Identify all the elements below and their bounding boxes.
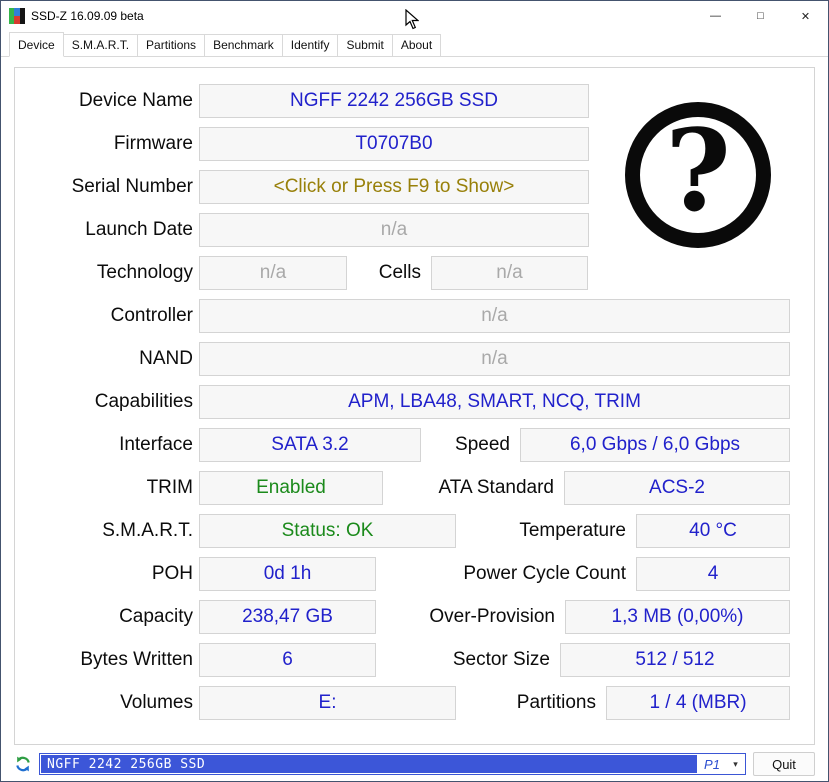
volumes-value: E: <box>199 686 456 720</box>
tab-benchmark[interactable]: Benchmark <box>204 34 283 57</box>
technology-label: Technology <box>96 262 193 283</box>
tab-submit[interactable]: Submit <box>337 34 393 57</box>
temperature-value: 40 °C <box>636 514 790 548</box>
ata-standard-label: ATA Standard <box>438 477 554 498</box>
partitions-value: 1 / 4 (MBR) <box>606 686 790 720</box>
quit-button[interactable]: Quit <box>753 752 815 776</box>
row-capabilities: Capabilities APM, LBA48, SMART, NCQ, TRI… <box>21 385 790 419</box>
title-bar[interactable]: SSD-Z 16.09.09 beta — □ ✕ <box>1 1 828 31</box>
over-provision-label: Over-Provision <box>429 606 555 627</box>
interface-label: Interface <box>119 434 193 455</box>
row-poh-powercycle: POH 0d 1h Power Cycle Count 4 <box>21 557 790 591</box>
power-cycle-count-value: 4 <box>636 557 790 591</box>
controller-label: Controller <box>110 305 193 326</box>
smart-status-value: Status: OK <box>199 514 456 548</box>
window-title: SSD-Z 16.09.09 beta <box>31 9 144 23</box>
trim-label: TRIM <box>146 477 193 498</box>
row-bytes-sector: Bytes Written 6 Sector Size 512 / 512 <box>21 643 790 677</box>
capacity-value: 238,47 GB <box>199 600 376 634</box>
row-capacity-overprovision: Capacity 238,47 GB Over-Provision 1,3 MB… <box>21 600 790 634</box>
row-controller: Controller n/a <box>21 299 790 333</box>
cells-value: n/a <box>431 256 588 290</box>
nand-value: n/a <box>199 342 790 376</box>
device-name-label: Device Name <box>78 90 193 111</box>
temperature-label: Temperature <box>519 520 626 541</box>
sector-size-value: 512 / 512 <box>560 643 790 677</box>
row-interface-speed: Interface SATA 3.2 Speed 6,0 Gbps / 6,0 … <box>21 428 790 462</box>
poh-value: 0d 1h <box>199 557 376 591</box>
maximize-button[interactable]: □ <box>738 1 783 31</box>
minimize-button[interactable]: — <box>693 1 738 31</box>
tab-device[interactable]: Device <box>9 32 64 57</box>
serial-number-value[interactable]: <Click or Press F9 to Show> <box>199 170 589 204</box>
capacity-label: Capacity <box>119 606 193 627</box>
technology-value: n/a <box>199 256 347 290</box>
partitions-label: Partitions <box>516 692 596 713</box>
footer-bar: NGFF 2242 256GB SSD P1 ▾ Quit <box>14 752 815 776</box>
trim-value: Enabled <box>199 471 383 505</box>
sector-size-label: Sector Size <box>452 649 550 670</box>
volumes-label: Volumes <box>120 692 193 713</box>
nand-label: NAND <box>139 348 193 369</box>
firmware-value: T0707B0 <box>199 127 589 161</box>
tab-smart[interactable]: S.M.A.R.T. <box>62 34 139 57</box>
close-button[interactable]: ✕ <box>783 1 828 31</box>
ata-standard-value: ACS-2 <box>564 471 790 505</box>
cells-label: Cells <box>378 262 421 283</box>
partition-indicator: P1 <box>697 755 727 773</box>
tab-bar: Device S.M.A.R.T. Partitions Benchmark I… <box>1 31 828 57</box>
serial-number-label: Serial Number <box>71 176 193 197</box>
speed-label: Speed <box>455 434 510 455</box>
chevron-down-icon[interactable]: ▾ <box>727 755 744 773</box>
row-trim-ata: TRIM Enabled ATA Standard ACS-2 <box>21 471 790 505</box>
tab-identify[interactable]: Identify <box>281 34 339 57</box>
capabilities-value: APM, LBA48, SMART, NCQ, TRIM <box>199 385 790 419</box>
drive-selector-value[interactable]: NGFF 2242 256GB SSD <box>41 755 697 773</box>
speed-value: 6,0 Gbps / 6,0 Gbps <box>520 428 790 462</box>
question-mark-icon: ? <box>625 102 771 248</box>
device-panel: Device Name NGFF 2242 256GB SSD Firmware… <box>14 67 815 745</box>
app-window: SSD-Z 16.09.09 beta — □ ✕ Device S.M.A.R… <box>0 0 829 782</box>
row-smart-temperature: S.M.A.R.T. Status: OK Temperature 40 °C <box>21 514 790 548</box>
app-icon <box>9 8 25 24</box>
poh-label: POH <box>151 563 193 584</box>
tab-partitions[interactable]: Partitions <box>137 34 206 57</box>
capabilities-label: Capabilities <box>94 391 193 412</box>
tab-about[interactable]: About <box>391 34 442 57</box>
device-name-value: NGFF 2242 256GB SSD <box>199 84 589 118</box>
launch-date-label: Launch Date <box>85 219 193 240</box>
controller-value: n/a <box>199 299 790 333</box>
device-image: ? <box>598 81 798 269</box>
power-cycle-count-label: Power Cycle Count <box>463 563 626 584</box>
row-nand: NAND n/a <box>21 342 790 376</box>
over-provision-value: 1,3 MB (0,00%) <box>565 600 790 634</box>
interface-value: SATA 3.2 <box>199 428 421 462</box>
row-volumes-partitions: Volumes E: Partitions 1 / 4 (MBR) <box>21 686 790 720</box>
rescan-icon[interactable] <box>14 755 32 773</box>
launch-date-value: n/a <box>199 213 589 247</box>
bytes-written-label: Bytes Written <box>80 649 193 670</box>
bytes-written-value: 6 <box>199 643 376 677</box>
firmware-label: Firmware <box>113 133 193 154</box>
smart-label: S.M.A.R.T. <box>102 520 193 541</box>
drive-selector-dropdown[interactable]: NGFF 2242 256GB SSD P1 ▾ <box>39 753 746 775</box>
